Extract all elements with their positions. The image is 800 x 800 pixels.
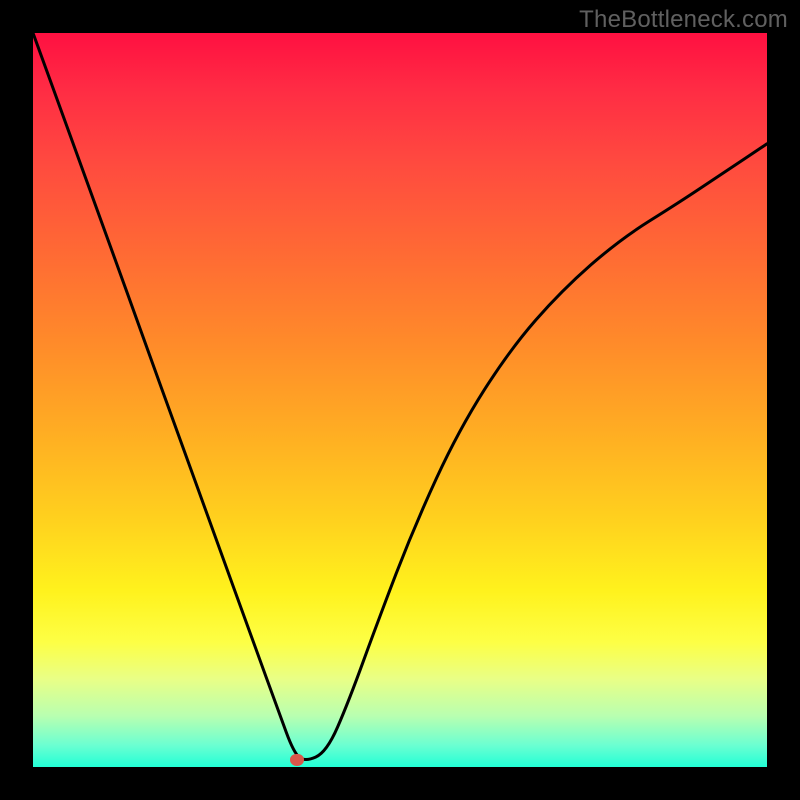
- min-point-marker: [290, 754, 304, 766]
- chart-frame: TheBottleneck.com: [0, 0, 800, 800]
- plot-area: [33, 33, 767, 767]
- watermark-text: TheBottleneck.com: [579, 6, 788, 34]
- bottleneck-curve: [33, 33, 767, 767]
